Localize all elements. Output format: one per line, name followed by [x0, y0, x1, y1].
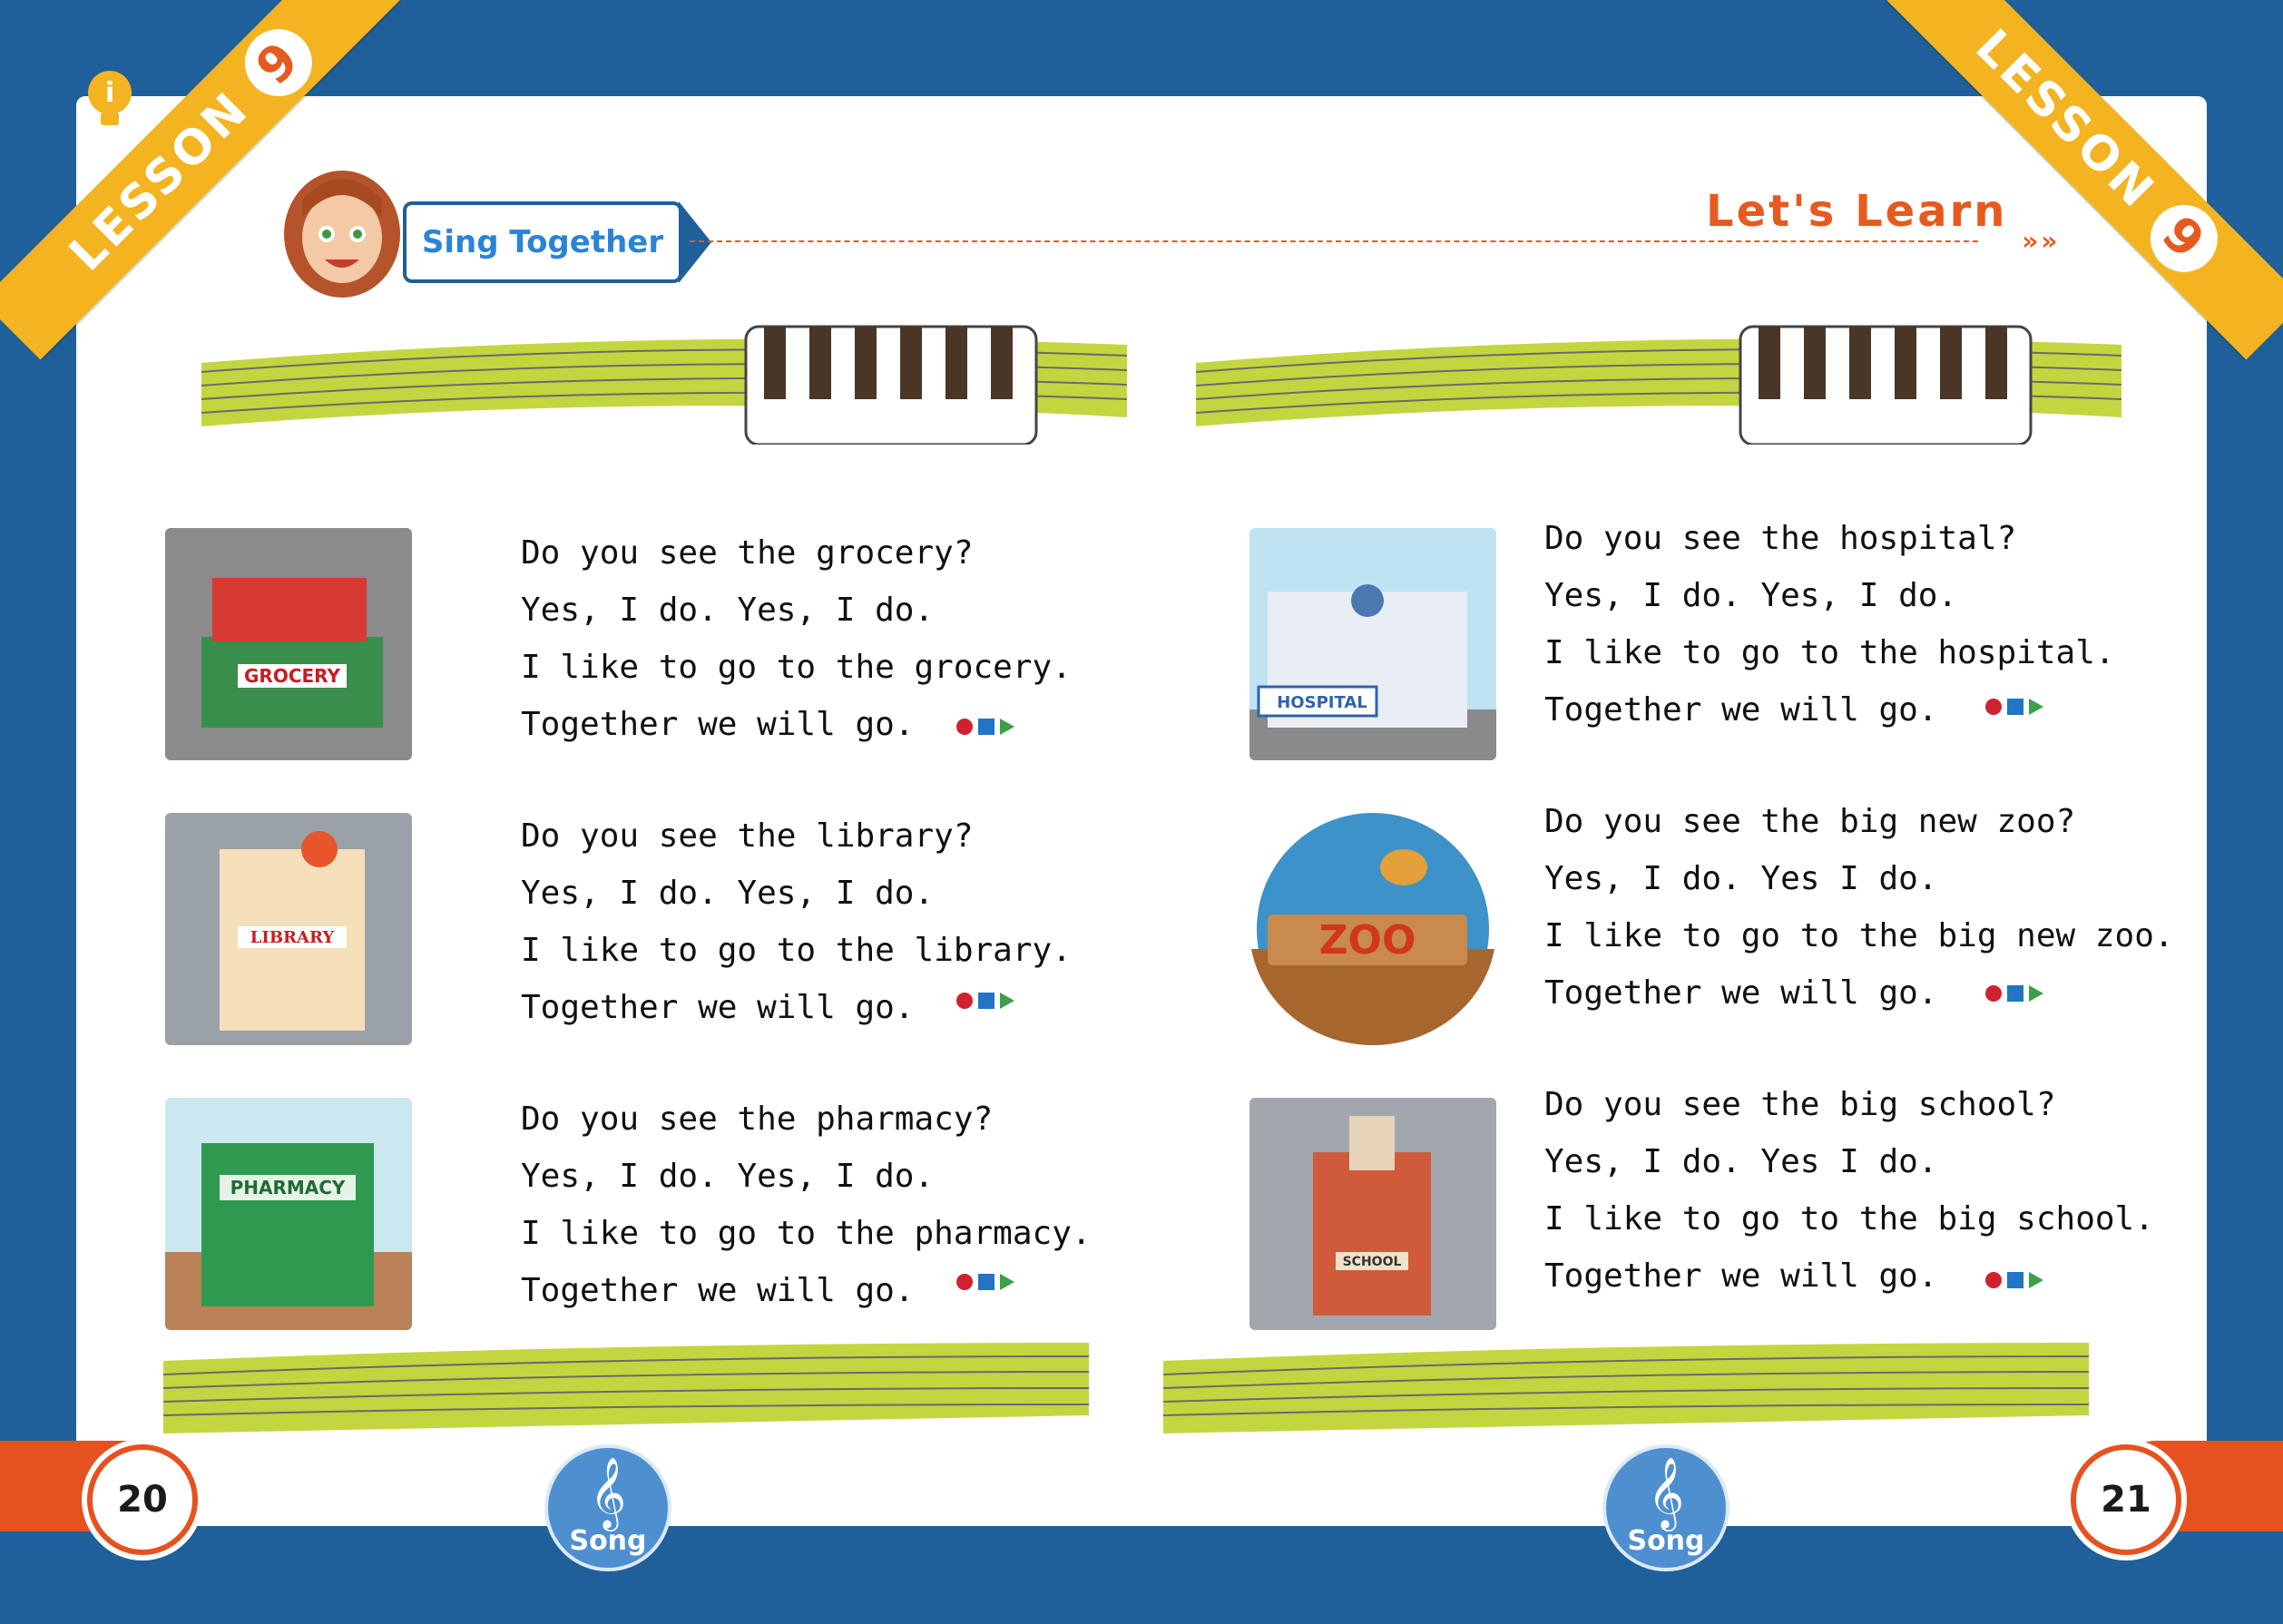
record-icon[interactable] — [956, 993, 973, 1009]
library-sign: LIBRARY — [250, 928, 336, 947]
lets-learn-title: Let's Learn »» — [1706, 186, 2057, 256]
stop-icon[interactable] — [2007, 699, 2023, 715]
section-tag: Sing Together — [403, 201, 711, 283]
play-icon[interactable] — [1000, 719, 1014, 735]
hospital-picture: HOSPITAL — [1249, 528, 1496, 760]
audio-controls-school[interactable] — [1985, 1272, 2043, 1288]
zoo-picture: ZOO — [1249, 813, 1496, 1045]
pharmacy-picture: PHARMACY — [165, 1098, 412, 1330]
audio-controls-pharmacy[interactable] — [956, 1274, 1014, 1290]
verse-school: Do you see the big school? Yes, I do. Ye… — [1544, 1076, 2154, 1305]
section-title: Sing Together — [421, 224, 664, 260]
lyric-line: Together we will go. — [1544, 974, 1938, 1012]
lyric-line: Yes, I do. Yes I do. — [1544, 1143, 1938, 1180]
page-number-left: 20 — [87, 1444, 198, 1555]
music-staff-bottom-left — [163, 1343, 1089, 1433]
zoo-sign: ZOO — [1319, 917, 1416, 964]
music-note-icon: 𝄞 — [1647, 1457, 1685, 1529]
music-staff-top-right — [1196, 325, 2121, 445]
lyric-line: I like to go to the big new zoo. — [1544, 917, 2174, 954]
lyric-line: Do you see the grocery? — [521, 534, 974, 572]
lyric-line: Yes, I do. Yes I do. — [1544, 860, 1938, 897]
lyric-line: I like to go to the hospital. — [1544, 634, 2115, 671]
school-picture: SCHOOL — [1249, 1098, 1496, 1330]
hospital-sign: HOSPITAL — [1277, 693, 1367, 712]
song-label: Song — [569, 1525, 647, 1557]
lyric-line: Yes, I do. Yes, I do. — [521, 875, 935, 912]
girl-avatar — [284, 171, 400, 298]
book-frame: LESSON 9 LESSON 9 i Sing Together Let's … — [0, 0, 2283, 1624]
stop-icon[interactable] — [978, 719, 995, 735]
grocery-picture: GROCERY — [165, 528, 412, 760]
record-icon[interactable] — [1985, 1272, 2002, 1288]
library-picture: LIBRARY — [165, 813, 412, 1045]
audio-controls-hospital[interactable] — [1985, 699, 2043, 715]
lyric-line: Do you see the library? — [521, 817, 974, 855]
play-icon[interactable] — [2029, 985, 2043, 1002]
page-number-right: 21 — [2071, 1444, 2181, 1555]
grocery-sign: GROCERY — [244, 665, 340, 687]
audio-controls-zoo[interactable] — [1985, 985, 2043, 1002]
svg-text:i: i — [105, 77, 114, 109]
record-icon[interactable] — [956, 719, 973, 735]
lyric-line: Yes, I do. Yes, I do. — [1544, 577, 1958, 614]
play-icon[interactable] — [1000, 1274, 1014, 1290]
lyric-line: Do you see the hospital? — [1544, 520, 2017, 557]
record-icon[interactable] — [1985, 699, 2002, 715]
lyric-line: I like to go to the pharmacy. — [521, 1215, 1092, 1252]
header-divider — [690, 240, 1978, 242]
music-staff-top-left — [201, 325, 1127, 445]
record-icon[interactable] — [956, 1274, 973, 1290]
verse-zoo: Do you see the big new zoo? Yes, I do. Y… — [1544, 793, 2174, 1022]
piano-keys-icon — [744, 325, 1038, 445]
play-icon[interactable] — [1000, 993, 1014, 1009]
lyric-line: Do you see the big school? — [1544, 1086, 2056, 1123]
lyric-line: Do you see the big new zoo? — [1544, 803, 2076, 840]
stop-icon[interactable] — [2007, 985, 2023, 1002]
lyric-line: I like to go to the big school. — [1544, 1200, 2154, 1238]
play-icon[interactable] — [2029, 1272, 2043, 1288]
stop-icon[interactable] — [978, 993, 995, 1009]
lightbulb-icon[interactable]: i — [83, 67, 136, 132]
lyric-line: I like to go to the library. — [521, 932, 1072, 969]
school-sign: SCHOOL — [1343, 1255, 1402, 1269]
right-title: Let's Learn — [1706, 186, 2008, 237]
song-label: Song — [1627, 1525, 1705, 1557]
music-note-icon: 𝄞 — [589, 1457, 627, 1529]
stop-icon[interactable] — [2007, 1272, 2023, 1288]
pharmacy-sign: PHARMACY — [230, 1177, 346, 1198]
song-badge-right[interactable]: 𝄞 Song — [1602, 1444, 1729, 1571]
record-icon[interactable] — [1985, 985, 2002, 1002]
song-badge-left[interactable]: 𝄞 Song — [544, 1444, 671, 1571]
lyric-line: Together we will go. — [521, 1272, 915, 1309]
lyric-line: Yes, I do. Yes, I do. — [521, 592, 935, 629]
lyric-line: Do you see the pharmacy? — [521, 1101, 994, 1138]
lyric-line: Together we will go. — [1544, 1257, 1938, 1295]
arrows-icon: »» — [2022, 226, 2061, 256]
piano-keys-icon — [1739, 325, 2033, 445]
music-staff-bottom-right — [1163, 1343, 2089, 1433]
play-icon[interactable] — [2029, 699, 2043, 715]
audio-controls-grocery[interactable] — [956, 719, 1014, 735]
stop-icon[interactable] — [978, 1274, 995, 1290]
audio-controls-library[interactable] — [956, 993, 1014, 1009]
lyric-line: I like to go to the grocery. — [521, 649, 1072, 686]
lyric-line: Yes, I do. Yes, I do. — [521, 1158, 935, 1195]
